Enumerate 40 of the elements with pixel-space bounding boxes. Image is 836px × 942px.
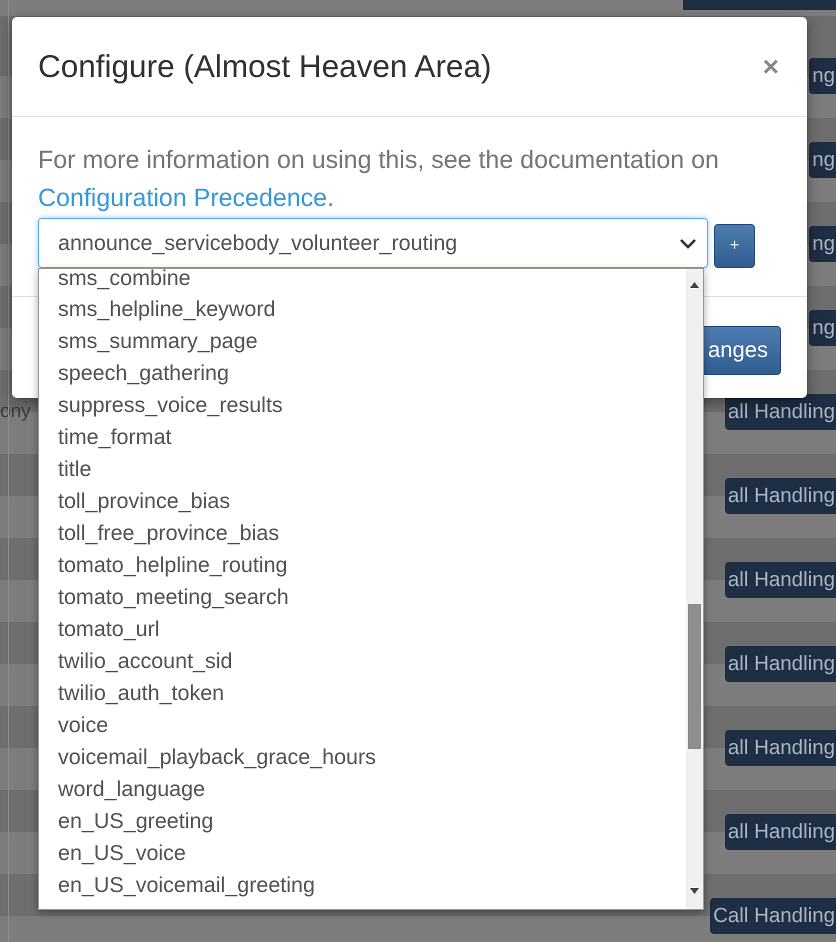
dropdown-option[interactable]: voice	[39, 709, 686, 741]
dropdown-option[interactable]: speech_gathering	[39, 357, 686, 389]
call-handling-button[interactable]: all Handling	[724, 478, 836, 514]
dropdown-option[interactable]: sms_combine	[39, 269, 686, 293]
dropdown-option[interactable]: en_US_greeting	[39, 805, 686, 837]
scroll-up-icon[interactable]	[690, 282, 699, 288]
dropdown-option[interactable]: voicemail_playback_grace_hours	[39, 741, 686, 773]
call-handling-button[interactable]: all Handling	[724, 730, 836, 766]
dropdown-option[interactable]: toll_province_bias	[39, 485, 686, 517]
scrollbar[interactable]	[686, 269, 703, 909]
intro-text: For more information on using this, see the documentation on Configuration Precedence.	[38, 145, 720, 214]
dropdown-option[interactable]: sms_summary_page	[39, 325, 686, 357]
dropdown-option[interactable]: tomato_meeting_search	[39, 581, 686, 613]
scroll-down-icon[interactable]	[690, 888, 699, 894]
dropdown-option[interactable]: twilio_account_sid	[39, 645, 686, 677]
call-handling-button[interactable]: ng	[809, 58, 836, 94]
dropdown-option[interactable]: en_US_voice	[39, 837, 686, 869]
dropdown-option[interactable]: word_language	[39, 773, 686, 805]
dropdown-option[interactable]: title	[39, 453, 686, 485]
call-handling-button[interactable]: ng	[809, 142, 836, 178]
dropdown-option[interactable]: sms_helpline_keyword	[39, 293, 686, 325]
add-button[interactable]: +	[714, 224, 755, 268]
call-handling-button[interactable]: Call Handling	[710, 898, 836, 934]
dropdown-option[interactable]: twilio_auth_token	[39, 677, 686, 709]
dropdown-option[interactable]: suppress_voice_results	[39, 389, 686, 421]
dropdown-option[interactable]: tomato_url	[39, 613, 686, 645]
dropdown-option[interactable]: time_format	[39, 421, 686, 453]
scrollbar-thumb[interactable]	[688, 604, 701, 749]
chevron-down-icon	[679, 238, 697, 248]
call-handling-button[interactable]: ng	[809, 310, 836, 346]
modal-title: Configure (Almost Heaven Area)	[38, 48, 492, 85]
call-handling-button[interactable]: ng	[809, 226, 836, 262]
call-handling-button[interactable]: all Handling	[724, 646, 836, 682]
call-handling-button[interactable]: all Handling	[724, 394, 836, 430]
dropdown-option[interactable]: toll_free_province_bias	[39, 517, 686, 549]
call-handling-button[interactable]: all Handling	[724, 562, 836, 598]
dropdown-option[interactable]: tomato_helpline_routing	[39, 549, 686, 581]
call-handling-button[interactable]: all Handling	[724, 814, 836, 850]
dropdown-option[interactable]: en_US_voicemail_greeting	[39, 869, 686, 901]
setting-select[interactable]: announce_servicebody_volunteer_routing	[38, 218, 708, 268]
